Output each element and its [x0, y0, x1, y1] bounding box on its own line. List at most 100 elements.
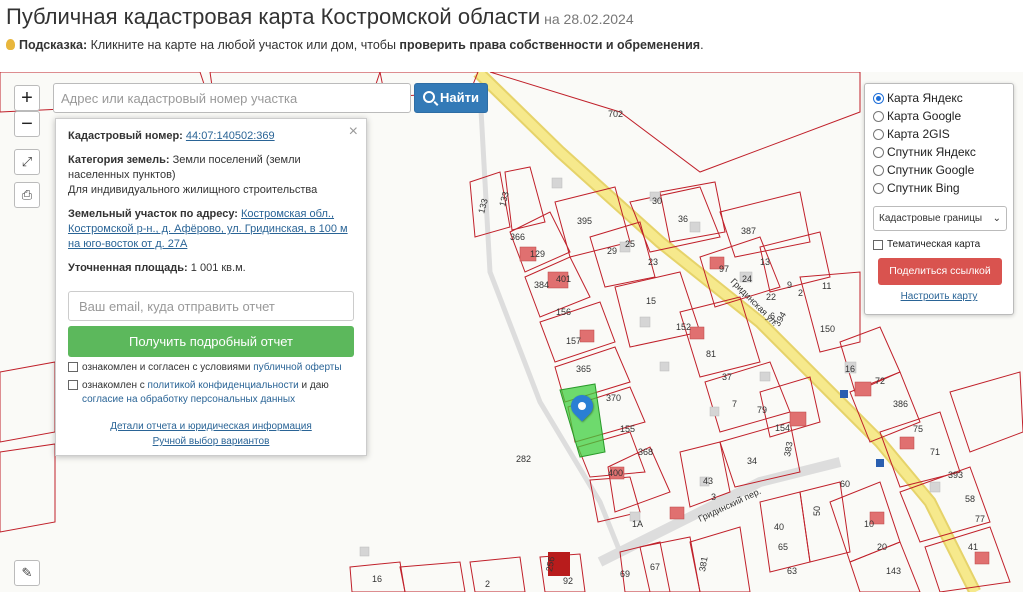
- svg-text:20: 20: [877, 542, 887, 552]
- svg-text:25: 25: [625, 239, 635, 249]
- address-label: Земельный участок по адресу:: [68, 208, 238, 220]
- area-label: Уточненная площадь:: [68, 262, 188, 274]
- search-icon: [423, 91, 436, 103]
- svg-text:401: 401: [556, 274, 571, 284]
- cadastral-number-link[interactable]: 44:07:140502:369: [186, 130, 275, 142]
- svg-text:71: 71: [930, 447, 940, 457]
- svg-text:381: 381: [697, 556, 709, 573]
- area-row: Уточненная площадь: 1 001 кв.м.: [68, 261, 354, 276]
- search-button-label: Найти: [440, 90, 479, 105]
- close-icon[interactable]: ×: [349, 123, 358, 141]
- ruler-icon[interactable]: ✎: [14, 560, 40, 586]
- radio-button[interactable]: [873, 146, 884, 158]
- svg-text:69: 69: [620, 569, 630, 579]
- svg-text:11: 11: [822, 281, 831, 291]
- svg-text:24: 24: [742, 274, 752, 284]
- area-value: 1 001 кв.м.: [190, 262, 246, 274]
- layer-option[interactable]: Спутник Bing: [873, 179, 1005, 197]
- svg-text:22: 22: [766, 292, 776, 302]
- layer-label: Карта 2GIS: [887, 127, 950, 141]
- svg-text:368: 368: [638, 447, 653, 457]
- radio-button[interactable]: [873, 164, 884, 176]
- layer-label: Спутник Яндекс: [887, 145, 976, 159]
- svg-text:393: 393: [948, 470, 963, 480]
- layer-label: Карта Google: [887, 109, 962, 123]
- radio-button[interactable]: [873, 110, 884, 122]
- popup-footer-links: Детали отчета и юридическая информация Р…: [56, 419, 366, 449]
- svg-text:395: 395: [577, 216, 592, 226]
- get-report-button[interactable]: Получить подробный отчет: [68, 326, 354, 357]
- category-label: Категория земель:: [68, 154, 170, 166]
- page-title-text: Публичная кадастровая карта Костромской …: [6, 4, 541, 29]
- manual-selection-link[interactable]: Ручной выбор вариантов: [153, 436, 270, 447]
- privacy-consent-row: ознакомлен с политикой конфиденциальност…: [68, 379, 354, 407]
- svg-text:15: 15: [646, 296, 656, 306]
- lightbulb-icon: [6, 39, 15, 50]
- privacy-checkbox[interactable]: [68, 380, 78, 390]
- printer-icon[interactable]: ⎙: [14, 182, 40, 208]
- radio-button[interactable]: [873, 92, 884, 104]
- privacy-text-2: и даю: [298, 380, 329, 391]
- svg-text:65: 65: [778, 542, 788, 552]
- svg-text:400: 400: [608, 468, 623, 478]
- privacy-policy-link[interactable]: политикой конфиденциальности: [148, 380, 299, 391]
- overlay-select-value: Кадастровые границы: [879, 213, 983, 224]
- zoom-in-button[interactable]: +: [14, 85, 40, 111]
- expand-icon[interactable]: ⤢: [14, 149, 40, 175]
- svg-text:157: 157: [566, 336, 581, 346]
- svg-text:13: 13: [760, 257, 770, 267]
- layer-option[interactable]: Спутник Яндекс: [873, 143, 1005, 161]
- offer-consent-row: ознакомлен и согласен с условиями публич…: [68, 361, 354, 375]
- zoom-out-button[interactable]: −: [14, 111, 40, 137]
- personal-data-consent-link[interactable]: согласие на обработку персональных данны…: [82, 394, 295, 405]
- share-link-button[interactable]: Поделиться ссылкой: [878, 258, 1002, 285]
- address-row: Земельный участок по адресу: Костромская…: [68, 207, 354, 252]
- hint-emphasis: проверить права собственности и обремене…: [399, 38, 701, 52]
- svg-text:67: 67: [650, 562, 660, 572]
- svg-text:365: 365: [576, 364, 591, 374]
- svg-text:129: 129: [530, 249, 545, 259]
- svg-text:43: 43: [703, 476, 713, 486]
- svg-text:386: 386: [893, 399, 908, 409]
- configure-map-link[interactable]: Настроить карту: [901, 291, 978, 302]
- cadastral-row: Кадастровый номер: 44:07:140502:369: [68, 129, 354, 144]
- svg-text:155: 155: [620, 424, 635, 434]
- svg-text:92: 92: [563, 576, 573, 586]
- svg-text:29: 29: [607, 246, 617, 256]
- svg-text:16: 16: [372, 574, 382, 584]
- radio-button[interactable]: [873, 182, 884, 194]
- overlay-select[interactable]: Кадастровые границы ⌄: [873, 206, 1007, 231]
- svg-text:152: 152: [676, 322, 691, 332]
- report-details-link[interactable]: Детали отчета и юридическая информация: [110, 421, 312, 432]
- svg-text:75: 75: [913, 424, 923, 434]
- layer-option[interactable]: Спутник Google: [873, 161, 1005, 179]
- svg-text:34: 34: [747, 456, 757, 466]
- search-input[interactable]: [53, 83, 411, 113]
- svg-text:366: 366: [510, 232, 525, 242]
- svg-text:23: 23: [648, 257, 658, 267]
- date-label: на 28.02.2024: [544, 11, 634, 27]
- layer-option[interactable]: Карта Яндекс: [873, 89, 1005, 107]
- svg-text:2: 2: [798, 288, 803, 298]
- svg-text:143: 143: [886, 566, 901, 576]
- layer-label: Спутник Google: [887, 163, 975, 177]
- email-field[interactable]: [68, 291, 354, 321]
- usage-value: Для индивидуального жилищного строительс…: [68, 184, 318, 196]
- category-row: Категория земель: Земли поселений (земли…: [68, 153, 354, 198]
- svg-text:58: 58: [965, 494, 975, 504]
- offer-text: ознакомлен и согласен с условиями: [82, 362, 254, 373]
- layer-option[interactable]: Карта 2GIS: [873, 125, 1005, 143]
- svg-text:77: 77: [975, 514, 985, 524]
- offer-checkbox[interactable]: [68, 362, 78, 372]
- layer-label: Карта Яндекс: [887, 91, 963, 105]
- svg-text:2: 2: [485, 579, 490, 589]
- svg-text:1А: 1А: [632, 519, 643, 529]
- hint-bar: Подсказка: Кликните на карте на любой уч…: [6, 38, 704, 52]
- public-offer-link[interactable]: публичной оферты: [253, 362, 341, 373]
- layer-option[interactable]: Карта Google: [873, 107, 1005, 125]
- thematic-map-row[interactable]: Тематическая карта: [873, 239, 1005, 250]
- thematic-checkbox[interactable]: [873, 240, 883, 250]
- radio-button[interactable]: [873, 128, 884, 140]
- svg-text:79: 79: [757, 405, 767, 415]
- search-button[interactable]: Найти: [414, 83, 488, 113]
